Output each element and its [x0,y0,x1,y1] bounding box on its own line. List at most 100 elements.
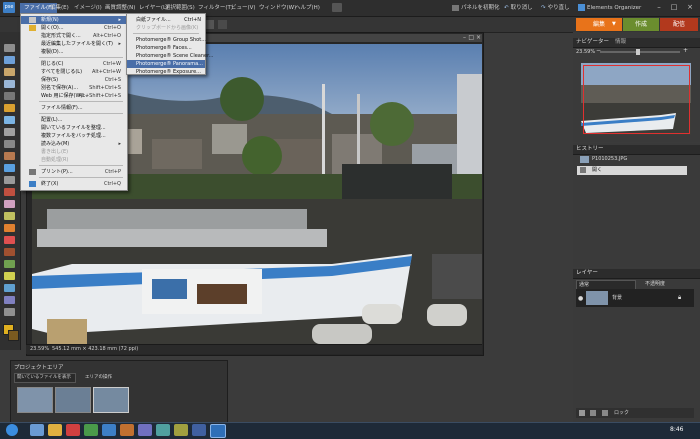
eye-icon[interactable]: ● [578,295,583,302]
gradient-tool-icon[interactable] [4,260,15,268]
menu-image[interactable]: イメージ(I) [74,3,102,13]
menu-layer[interactable]: レイヤー(L) [139,3,168,13]
tab-share[interactable]: 配信 [660,18,698,31]
menu-filter[interactable]: フィルター(T) [198,3,233,13]
file-menu-item[interactable]: 読み込み(M) ▸ [21,140,127,148]
navigator-title[interactable]: ナビゲーター [576,38,609,47]
arrange-icon[interactable] [332,3,342,12]
lasso-tool-icon[interactable] [4,104,15,112]
taskbar-app-icon[interactable] [84,424,98,436]
maximize-icon[interactable]: □ [667,1,681,13]
lock-icon[interactable]: 🔒︎ [678,294,681,302]
zoom-slider[interactable] [600,49,680,55]
new-menu-item[interactable]: Photomerge® Group Shot... [127,36,206,44]
hand-tool-icon[interactable] [4,68,15,76]
delete-layer-icon[interactable] [602,410,608,416]
new-layer-icon[interactable] [579,410,585,416]
menu-select[interactable]: 選択範囲(S) [165,3,195,13]
crop-tool-icon[interactable] [4,140,15,148]
chevron-down-icon[interactable]: ▼ [612,21,616,27]
history-step-row[interactable]: 開く [577,166,687,175]
taskbar-app-icon[interactable] [192,424,206,436]
zoom-out-icon[interactable]: − [596,47,601,54]
menu-help[interactable]: ヘルプ(H) [295,3,320,13]
file-menu-item[interactable]: 開いているファイルを整理... [21,124,127,132]
navigator-view-box[interactable] [583,65,690,134]
menu-view[interactable]: ビュー(V) [231,3,256,13]
option-icon[interactable] [218,20,227,29]
adjustment-layer-icon[interactable] [590,410,596,416]
zoom-tool-icon[interactable] [4,56,15,64]
new-menu-item[interactable]: Photomerge® Panorama... [127,60,205,68]
doc-minimize-icon[interactable]: – [463,34,466,41]
taskbar-photoshop-elements-icon[interactable] [210,424,226,438]
clone-stamp-tool-icon[interactable] [4,188,15,196]
sponge-tool-icon[interactable] [4,296,15,304]
blur-tool-icon[interactable] [4,284,15,292]
file-menu-item[interactable]: 別名で保存(A)... Shift+Ctrl+S [21,84,127,92]
tab-create[interactable]: 作成 [623,18,659,31]
taskbar-app-icon[interactable] [48,424,62,436]
quick-selection-tool-icon[interactable] [4,116,15,124]
menu-edit[interactable]: 編集(E) [50,3,69,13]
file-menu-item[interactable]: 複製(D)... [21,48,127,56]
undo-button[interactable]: ↶ 取り消し [504,3,533,13]
marquee-tool-icon[interactable] [4,92,15,100]
file-menu-item[interactable]: 保存(S) Ctrl+S [21,76,127,84]
taskbar-app-icon[interactable] [102,424,116,436]
smart-brush-tool-icon[interactable] [4,236,15,244]
taskbar-app-icon[interactable] [66,424,80,436]
taskbar-app-icon[interactable] [156,424,170,436]
zoom-slider-handle[interactable] [636,49,640,55]
bin-thumbnail[interactable] [17,387,53,413]
cookie-cutter-tool-icon[interactable] [4,152,15,160]
file-menu-item[interactable]: 新規(N) ▸ [21,16,127,24]
move-tool-icon[interactable] [4,44,15,52]
shape-tool-icon[interactable] [4,272,15,280]
file-menu-item[interactable]: 指定形式で開く... Alt+Ctrl+O [21,32,127,40]
background-color-swatch[interactable] [8,330,19,341]
new-menu-item[interactable]: Photomerge® Faces... [127,44,205,52]
doc-close-icon[interactable]: × [476,34,481,41]
minimize-icon[interactable]: – [652,1,666,13]
navigator-thumbnail[interactable] [581,63,691,135]
menu-enhance[interactable]: 画質調整(N) [105,3,135,13]
redo-button[interactable]: ↷ やり直し [541,3,570,13]
taskbar-app-icon[interactable] [138,424,152,436]
eyedropper-tool-icon[interactable] [4,80,15,88]
new-menu-item[interactable]: Photomerge® Exposure... [127,68,205,76]
project-bin-dropdown[interactable]: 開いているファイルを表示 [14,373,76,383]
file-menu-item[interactable]: 開く(O)... Ctrl+O [21,24,127,32]
info-tab[interactable]: 情報 [615,38,626,47]
zoom-in-icon[interactable]: + [683,47,688,54]
healing-brush-tool-icon[interactable] [4,176,15,184]
new-menu-item[interactable]: 白紙ファイル... Ctrl+N [127,16,205,24]
taskbar-app-icon[interactable] [120,424,134,436]
layer-row[interactable]: ● 背景 🔒︎ [576,289,694,307]
file-menu-item[interactable]: 終了(X) Ctrl+Q [21,180,127,188]
bin-actions-menu[interactable]: エリアの操作 [85,374,112,380]
file-menu-item[interactable]: 最近編集したファイルを開く(T) ▸ [21,40,127,48]
file-menu-item[interactable]: ファイル情報(F)... [21,104,127,112]
taskbar-app-icon[interactable] [174,424,188,436]
bin-thumbnail[interactable] [55,387,91,413]
close-icon[interactable]: × [683,1,697,13]
start-button-icon[interactable] [6,424,18,436]
taskbar-app-icon[interactable] [30,424,44,436]
paint-bucket-tool-icon[interactable] [4,248,15,256]
file-menu-item[interactable]: 配置(L)... [21,116,127,124]
tool-preset-icon[interactable] [205,20,214,29]
zoom-readout[interactable]: 23.59% [30,345,49,354]
new-menu-item[interactable]: Photomerge® Scene Cleaner... [127,52,213,60]
doc-maximize-icon[interactable]: □ [468,34,474,41]
file-menu-item[interactable]: 複数ファイルをバッチ処理... [21,132,127,140]
bin-thumbnail[interactable] [93,387,129,413]
red-eye-tool-icon[interactable] [4,164,15,172]
pencil-tool-icon[interactable] [4,212,15,220]
organizer-button[interactable]: Elements Organizer [578,3,641,13]
text-tool-icon[interactable] [4,128,15,136]
history-file[interactable]: P1010253.JPG [592,156,627,162]
file-menu-item[interactable]: プリント(P)... Ctrl+P [21,168,127,176]
reset-panels-button[interactable]: パネルを初期化 [452,3,500,13]
straighten-tool-icon[interactable] [4,308,15,316]
